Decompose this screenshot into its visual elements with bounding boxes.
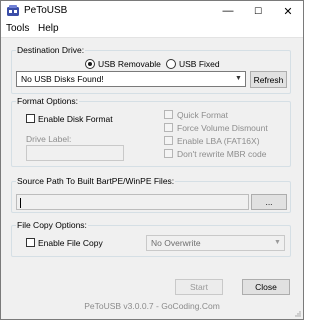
resize-grip-icon[interactable] <box>293 309 301 317</box>
browse-button[interactable]: ... <box>251 194 287 210</box>
window-title: PeToUSB <box>24 5 68 16</box>
quick-format-label: Quick Format <box>177 110 229 120</box>
petousb-app-icon <box>6 4 20 18</box>
maximize-button[interactable]: ☐ <box>243 1 273 21</box>
chevron-down-icon: ▼ <box>235 75 242 82</box>
format-options-label: Format Options: <box>16 96 79 107</box>
menu-help[interactable]: Help <box>38 23 59 34</box>
usb-fixed-label[interactable]: USB Fixed <box>179 59 220 69</box>
dont-rewrite-mbr-label: Don't rewrite MBR code <box>177 149 267 159</box>
close-button[interactable]: Close <box>242 279 290 295</box>
minimize-button[interactable]: — <box>213 1 243 21</box>
drive-label-caption: Drive Label: <box>26 134 72 144</box>
drive-select-value: No USB Disks Found! <box>21 74 104 84</box>
destination-drive-label: Destination Drive: <box>16 45 86 56</box>
overwrite-select-value: No Overwrite <box>151 238 201 248</box>
usb-fixed-radio[interactable] <box>166 59 176 69</box>
enable-disk-format-checkbox[interactable] <box>26 114 35 123</box>
enable-lba-label: Enable LBA (FAT16X) <box>177 136 260 146</box>
petousb-window: PeToUSB — ☐ ✕ Tools Help Destination Dri… <box>0 0 304 320</box>
refresh-button[interactable]: Refresh <box>250 71 287 88</box>
usb-removable-radio[interactable] <box>85 59 95 69</box>
enable-file-copy-label[interactable]: Enable File Copy <box>38 238 103 248</box>
quick-format-checkbox[interactable] <box>164 110 173 119</box>
enable-file-copy-checkbox[interactable] <box>26 238 35 247</box>
enable-disk-format-label[interactable]: Enable Disk Format <box>38 114 113 124</box>
text-caret <box>20 198 21 208</box>
title-bar[interactable]: PeToUSB — ☐ ✕ <box>1 1 303 21</box>
drive-select[interactable]: No USB Disks Found! ▼ <box>16 71 246 87</box>
force-volume-dismount-checkbox[interactable] <box>164 123 173 132</box>
source-path-label: Source Path To Built BartPE/WinPE Files: <box>16 176 176 187</box>
version-footer: PeToUSB v3.0.0.7 - GoCoding.Com <box>84 301 220 311</box>
menu-bar: Tools Help <box>1 21 303 38</box>
file-copy-options-label: File Copy Options: <box>16 220 88 231</box>
drive-label-input[interactable] <box>26 145 124 161</box>
close-window-button[interactable]: ✕ <box>273 1 303 21</box>
force-volume-dismount-label: Force Volume Dismount <box>177 123 268 133</box>
menu-tools[interactable]: Tools <box>6 23 29 34</box>
usb-removable-label[interactable]: USB Removable <box>98 59 161 69</box>
dont-rewrite-mbr-checkbox[interactable] <box>164 149 173 158</box>
chevron-down-icon: ▼ <box>274 239 281 246</box>
start-button[interactable]: Start <box>175 279 223 295</box>
overwrite-select[interactable]: No Overwrite ▼ <box>146 235 285 251</box>
enable-lba-checkbox[interactable] <box>164 136 173 145</box>
source-path-input[interactable] <box>16 194 249 210</box>
